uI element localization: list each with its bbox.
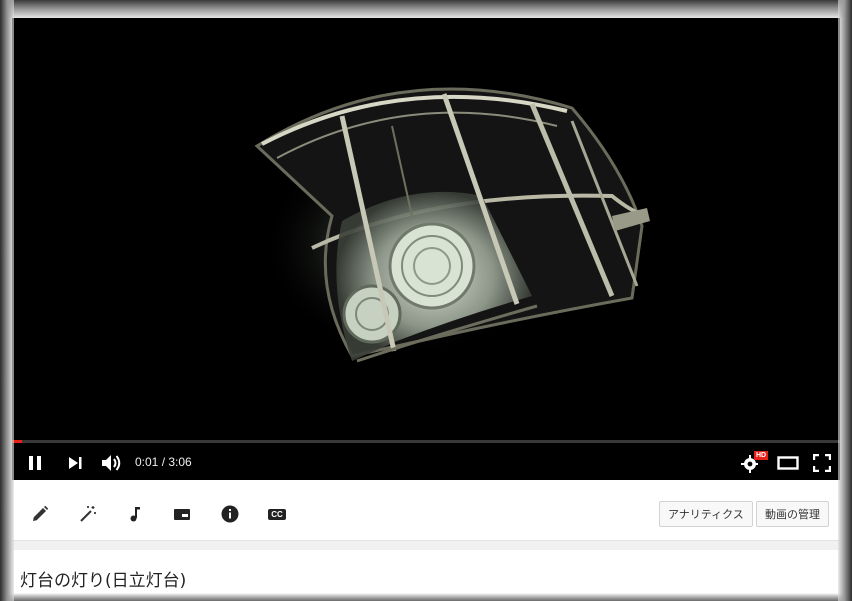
- player-controls: 0:01 / 3:06 HD: [12, 446, 840, 480]
- volume-button[interactable]: [98, 450, 126, 476]
- edit-button[interactable]: [29, 503, 51, 525]
- theater-mode-icon: [777, 456, 799, 470]
- next-button[interactable]: [62, 450, 88, 476]
- captions-button[interactable]: CC: [266, 503, 288, 525]
- annotations-icon: [174, 509, 190, 520]
- pencil-icon: [33, 505, 49, 521]
- video-title: 灯台の灯り(日立灯台): [20, 571, 187, 591]
- next-icon: [69, 457, 82, 469]
- theater-mode-button[interactable]: [774, 450, 802, 476]
- creator-toolbar: CC アナリティクス 動画の管理: [12, 482, 840, 541]
- video-frame[interactable]: [12, 16, 840, 440]
- progress-bar[interactable]: [12, 440, 840, 443]
- video-player[interactable]: 0:01 / 3:06 HD: [12, 16, 840, 480]
- fullscreen-icon: [813, 454, 831, 472]
- magic-wand-icon: [80, 506, 96, 522]
- section-divider: [12, 541, 840, 550]
- info-icon: [221, 505, 239, 523]
- music-note-icon: [130, 507, 140, 522]
- time-display: 0:01 / 3:06: [135, 455, 192, 469]
- pause-button[interactable]: [22, 450, 48, 476]
- analytics-button[interactable]: アナリティクス: [659, 501, 753, 527]
- pause-icon: [29, 456, 41, 470]
- hd-badge: HD: [754, 451, 769, 460]
- enhancements-button[interactable]: [77, 503, 99, 525]
- fullscreen-button[interactable]: [809, 450, 835, 476]
- info-button[interactable]: [219, 503, 241, 525]
- annotations-button[interactable]: [171, 503, 193, 525]
- frame-right-edge: [838, 0, 852, 601]
- progress-fill: [12, 440, 22, 443]
- audio-button[interactable]: [124, 503, 146, 525]
- settings-button[interactable]: HD: [738, 450, 769, 476]
- volume-icon: [102, 455, 121, 471]
- captions-icon: CC: [268, 508, 286, 520]
- video-title-section: 灯台の灯り(日立灯台): [12, 550, 840, 601]
- manage-video-button[interactable]: 動画の管理: [756, 501, 829, 527]
